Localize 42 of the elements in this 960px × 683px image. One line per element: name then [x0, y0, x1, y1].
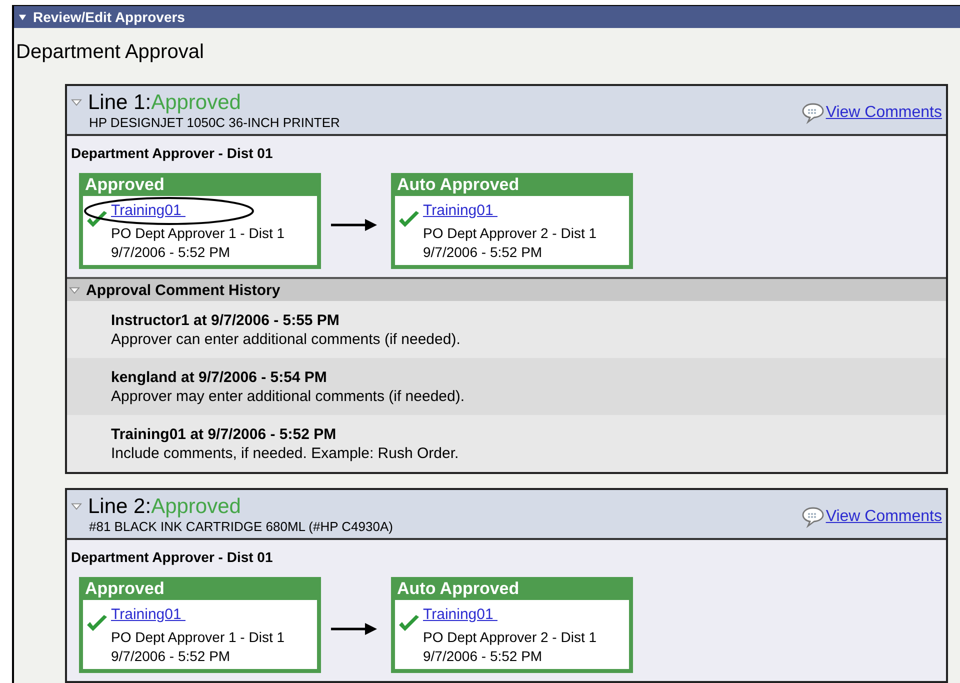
- step-status: Approved: [84, 578, 166, 600]
- section-title: Review/Edit Approvers: [33, 9, 185, 25]
- page-title: Department Approval: [15, 40, 205, 65]
- line-status: Approved: [151, 90, 241, 114]
- comment-text: Approver may enter additional comments (if needed).: [111, 388, 466, 405]
- item-description: HP DESIGNJET 1050C 36-INCH PRINTER: [88, 114, 340, 130]
- comment-text: Approver can enter additional comments (if needed).: [111, 331, 462, 348]
- view-comments-link[interactable]: View Comments: [826, 104, 942, 122]
- approver-group-label: Department Approver - Dist 01: [71, 549, 274, 565]
- approver-role: PO Dept Approver 2 - Dist 1: [423, 224, 597, 243]
- approver-group-label: Department Approver - Dist 01: [71, 145, 274, 161]
- comment-author: Instructor1 at 9/7/2006 - 5:55 PM: [111, 312, 340, 329]
- comment-icon[interactable]: [800, 506, 825, 528]
- comment-history-title: Approval Comment History: [86, 282, 280, 298]
- approval-datetime: 9/7/2006 - 5:52 PM: [423, 647, 544, 666]
- step-status: Auto Approved: [396, 174, 520, 196]
- comment-text: Include comments, if needed. Example: Rush Order.: [111, 445, 460, 462]
- approval-datetime: 9/7/2006 - 5:52 PM: [423, 243, 544, 262]
- approval-datetime: 9/7/2006 - 5:52 PM: [111, 647, 232, 666]
- step-status: Approved: [84, 174, 166, 196]
- collapse-icon[interactable]: [71, 502, 82, 511]
- collapse-icon[interactable]: [18, 12, 27, 22]
- view-comments-link[interactable]: View Comments: [826, 508, 942, 526]
- comment-author: Training01 at 9/7/2006 - 5:52 PM: [111, 426, 338, 443]
- arrow-icon: [331, 218, 377, 232]
- step-status: Auto Approved: [396, 578, 520, 600]
- line-label: Line 1:: [88, 90, 152, 114]
- approver-link[interactable]: Training01: [423, 606, 498, 623]
- line-label: Line 2:: [88, 494, 152, 518]
- approver-role: PO Dept Approver 2 - Dist 1: [423, 628, 597, 647]
- arrow-icon: [331, 622, 377, 636]
- approver-role: PO Dept Approver 1 - Dist 1: [111, 628, 285, 647]
- line-status: Approved: [151, 494, 241, 518]
- comment-icon[interactable]: [800, 102, 825, 124]
- comment-author: kengland at 9/7/2006 - 5:54 PM: [111, 369, 328, 386]
- collapse-icon[interactable]: [69, 286, 80, 294]
- approver-link[interactable]: Training01: [111, 606, 186, 623]
- collapse-icon[interactable]: [71, 98, 82, 107]
- item-description: #81 BLACK INK CARTRIDGE 680ML (#HP C4930A): [88, 518, 393, 534]
- approver-role: PO Dept Approver 1 - Dist 1: [111, 224, 285, 243]
- approval-datetime: 9/7/2006 - 5:52 PM: [111, 243, 232, 262]
- approver-link[interactable]: Training01: [423, 202, 498, 219]
